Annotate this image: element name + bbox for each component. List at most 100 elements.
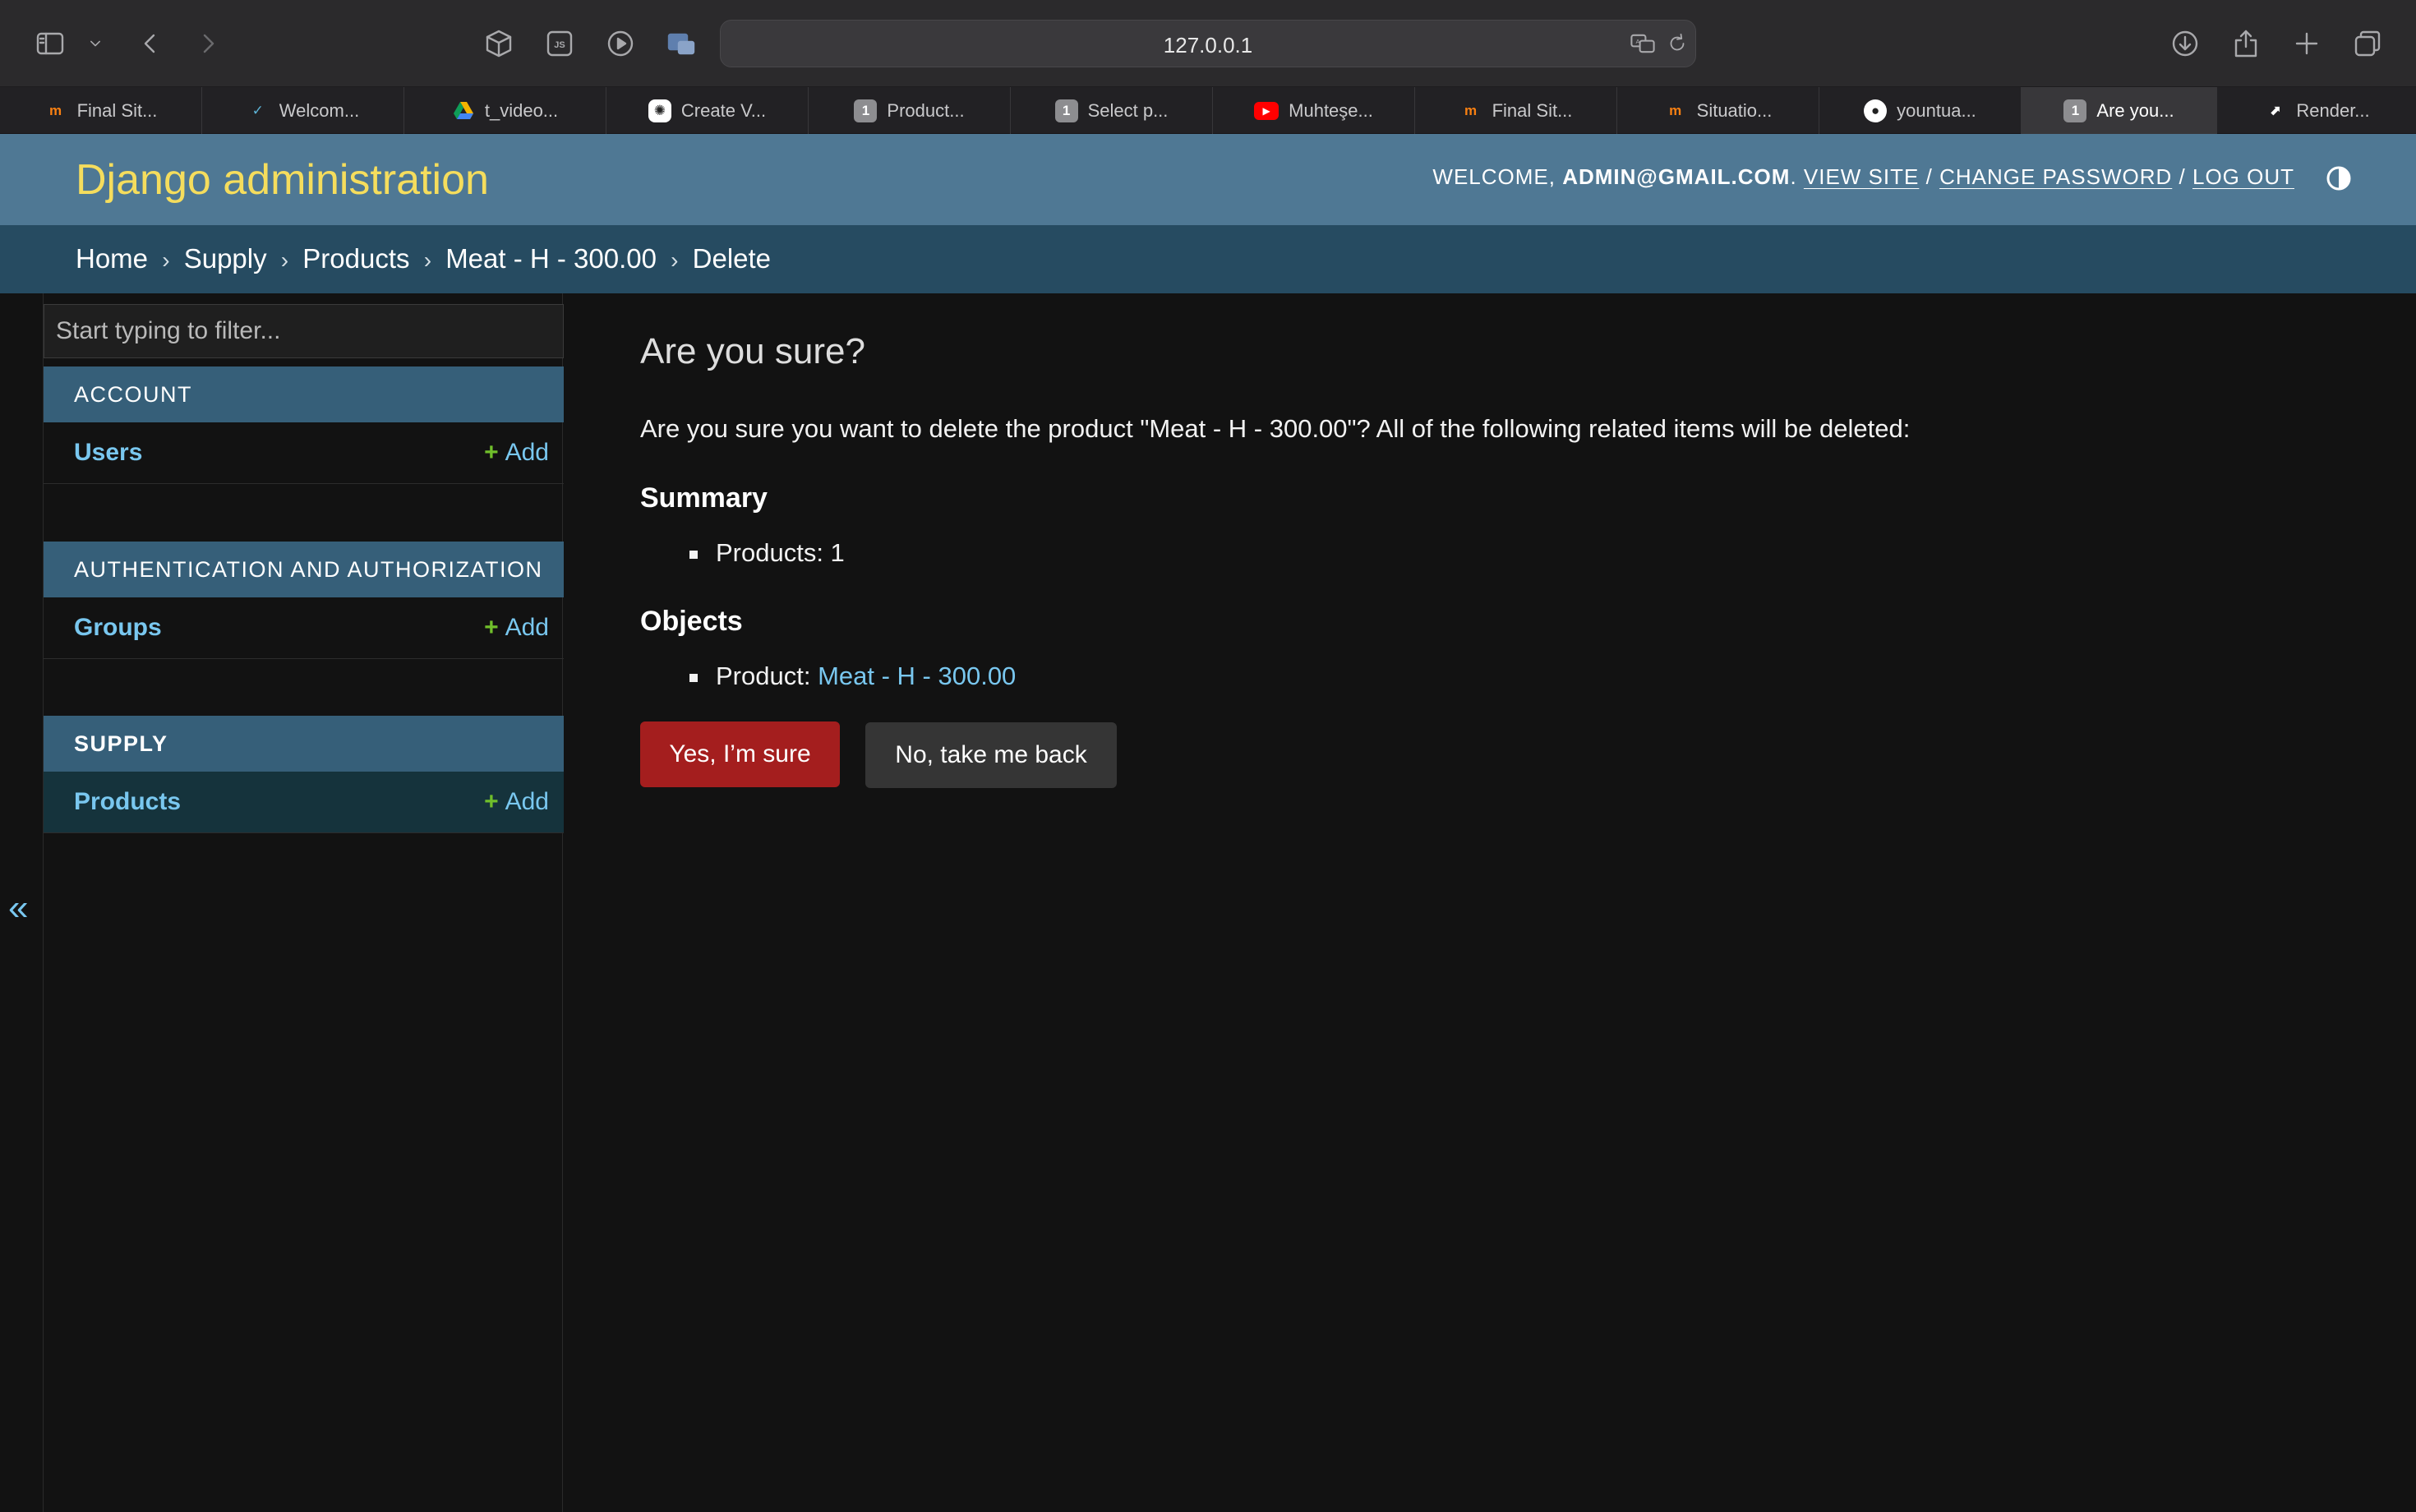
browser-tab[interactable]: ⬈ Render...	[2217, 87, 2416, 134]
cube-extension-icon[interactable]	[480, 25, 518, 62]
translate-icon[interactable]: A	[1625, 25, 1661, 62]
sidebar-item-groups[interactable]: Groups	[74, 614, 162, 642]
browser-tab[interactable]: 1 Select p...	[1011, 87, 1213, 134]
share-icon[interactable]	[2227, 25, 2265, 62]
tab-title: Select p...	[1087, 99, 1169, 121]
breadcrumb: Home › Supply › Products › Meat - H - 30…	[0, 225, 2416, 293]
breadcrumb-model[interactable]: Products	[302, 243, 409, 274]
breadcrumb-separator: ›	[162, 247, 170, 273]
number-one-icon: 1	[1054, 99, 1078, 122]
url-text: 127.0.0.1	[1163, 33, 1253, 58]
log-out-link[interactable]: LOG OUT	[2192, 164, 2294, 189]
reload-icon[interactable]	[1659, 25, 1695, 62]
welcome-text: WELCOME,	[1432, 164, 1556, 189]
browser-tab[interactable]: m Final Sit...	[0, 87, 202, 134]
bird-icon: ✓	[251, 102, 264, 118]
tab-title: Render...	[2296, 99, 2370, 121]
username: ADMIN@GMAIL.COM	[1562, 164, 1791, 189]
site-header: Django administration WELCOME, ADMIN@GMA…	[0, 134, 2416, 225]
sidebar-item-users[interactable]: Users	[74, 439, 142, 467]
add-label: Add	[505, 788, 549, 815]
tab-title: Final Sit...	[1492, 99, 1573, 121]
tab-title: t_video...	[484, 99, 559, 121]
render-icon: ⬈	[2269, 102, 2281, 118]
moodle-icon: m	[49, 102, 62, 118]
number-one-icon: 1	[854, 99, 878, 122]
object-label: Product:	[716, 662, 811, 690]
browser-tab[interactable]: ▶ Muhteşe...	[1213, 87, 1415, 134]
tab-title: Muhteşe...	[1289, 99, 1373, 121]
tab-title: Welcom...	[279, 99, 360, 121]
browser-tab[interactable]: m Final Sit...	[1415, 87, 1617, 134]
downloads-icon[interactable]	[2166, 25, 2204, 62]
tab-title: Situatio...	[1696, 99, 1773, 121]
plus-icon: +	[484, 788, 499, 815]
module-caption-account[interactable]: ACCOUNT	[44, 366, 564, 422]
tab-title: yountua...	[1897, 99, 1976, 121]
module-row-products: Products + Add	[44, 772, 564, 833]
browser-tab[interactable]: t_video...	[404, 87, 606, 134]
breadcrumb-separator: ›	[280, 247, 289, 273]
sidebar-toggle-icon[interactable]	[31, 25, 69, 62]
browser-tab[interactable]: m Situatio...	[1617, 87, 1819, 134]
theme-toggle-icon[interactable]	[2326, 165, 2352, 191]
new-tab-icon[interactable]	[2288, 25, 2326, 62]
add-product-button[interactable]: + Add	[484, 788, 549, 816]
tab-title: Final Sit...	[76, 99, 158, 121]
object-link[interactable]: Meat - H - 300.00	[818, 662, 1016, 690]
google-drive-icon	[452, 99, 475, 122]
tab-title: Are you...	[2096, 99, 2174, 121]
nav-sidebar: Start typing to filter... ACCOUNT Users …	[43, 293, 564, 1512]
site-branding[interactable]: Django administration	[76, 155, 489, 205]
tab-overview-icon[interactable]	[2349, 25, 2386, 62]
chevron-down-icon[interactable]	[79, 25, 112, 62]
browser-tab[interactable]: ● yountua...	[1819, 87, 2022, 134]
collapse-sidebar-icon[interactable]: «	[8, 887, 28, 929]
moodle-icon: m	[1464, 102, 1478, 118]
tab-title: Create V...	[680, 99, 767, 121]
summary-item: Products: 1	[640, 538, 845, 568]
tab-title: Product...	[887, 99, 965, 121]
github-icon: ●	[1864, 99, 1888, 122]
module-caption-auth[interactable]: AUTHENTICATION AND AUTHORIZATION	[44, 542, 564, 597]
tab-bar: m Final Sit... ✓ Welcom... t_video... ✺ …	[0, 87, 2416, 134]
add-group-button[interactable]: + Add	[484, 614, 549, 642]
breadcrumb-separator: ›	[671, 247, 679, 273]
openai-icon: ✺	[648, 99, 671, 122]
svg-text:A: A	[1635, 38, 1640, 45]
breadcrumb-app[interactable]: Supply	[184, 243, 267, 274]
view-site-link[interactable]: VIEW SITE	[1804, 164, 1919, 189]
picture-in-picture-icon[interactable]	[662, 25, 700, 62]
summary-heading: Summary	[640, 482, 768, 514]
address-bar[interactable]: 127.0.0.1 A	[720, 20, 1696, 67]
delete-confirmation-message: Are you sure you want to delete the prod…	[640, 414, 1911, 443]
sidebar-item-products[interactable]: Products	[74, 788, 181, 816]
add-user-button[interactable]: + Add	[484, 439, 549, 467]
add-label: Add	[505, 439, 549, 466]
cancel-button[interactable]: No, take me back	[865, 722, 1117, 788]
browser-tab[interactable]: ✓ Welcom...	[202, 87, 404, 134]
browser-tab[interactable]: ✺ Create V...	[606, 87, 809, 134]
objects-heading: Objects	[640, 606, 743, 637]
browser-tab[interactable]: 1 Product...	[809, 87, 1011, 134]
module-caption-supply[interactable]: SUPPLY	[44, 716, 564, 772]
breadcrumb-home[interactable]: Home	[76, 243, 148, 274]
javascript-extension-icon[interactable]: JS	[541, 25, 579, 62]
separator: /	[1925, 164, 1933, 189]
object-item: Product: Meat - H - 300.00	[640, 662, 1016, 691]
breadcrumb-object[interactable]: Meat - H - 300.00	[445, 243, 657, 274]
browser-toolbar: JS 127.0.0.1 A	[0, 0, 2416, 87]
browser-tab-active[interactable]: 1 Are you...	[2022, 87, 2217, 134]
nav-filter-input[interactable]: Start typing to filter...	[44, 304, 564, 358]
back-icon[interactable]	[131, 25, 169, 62]
change-password-link[interactable]: CHANGE PASSWORD	[1939, 164, 2172, 189]
module-row-users: Users + Add	[44, 422, 564, 484]
breadcrumb-separator: ›	[423, 247, 432, 273]
play-extension-icon[interactable]	[602, 25, 639, 62]
breadcrumb-current: Delete	[692, 243, 772, 274]
module-row-groups: Groups + Add	[44, 597, 564, 659]
forward-icon[interactable]	[189, 25, 227, 62]
separator: /	[2179, 164, 2186, 189]
confirm-delete-button[interactable]: Yes, I’m sure	[640, 721, 840, 787]
add-label: Add	[505, 614, 549, 641]
